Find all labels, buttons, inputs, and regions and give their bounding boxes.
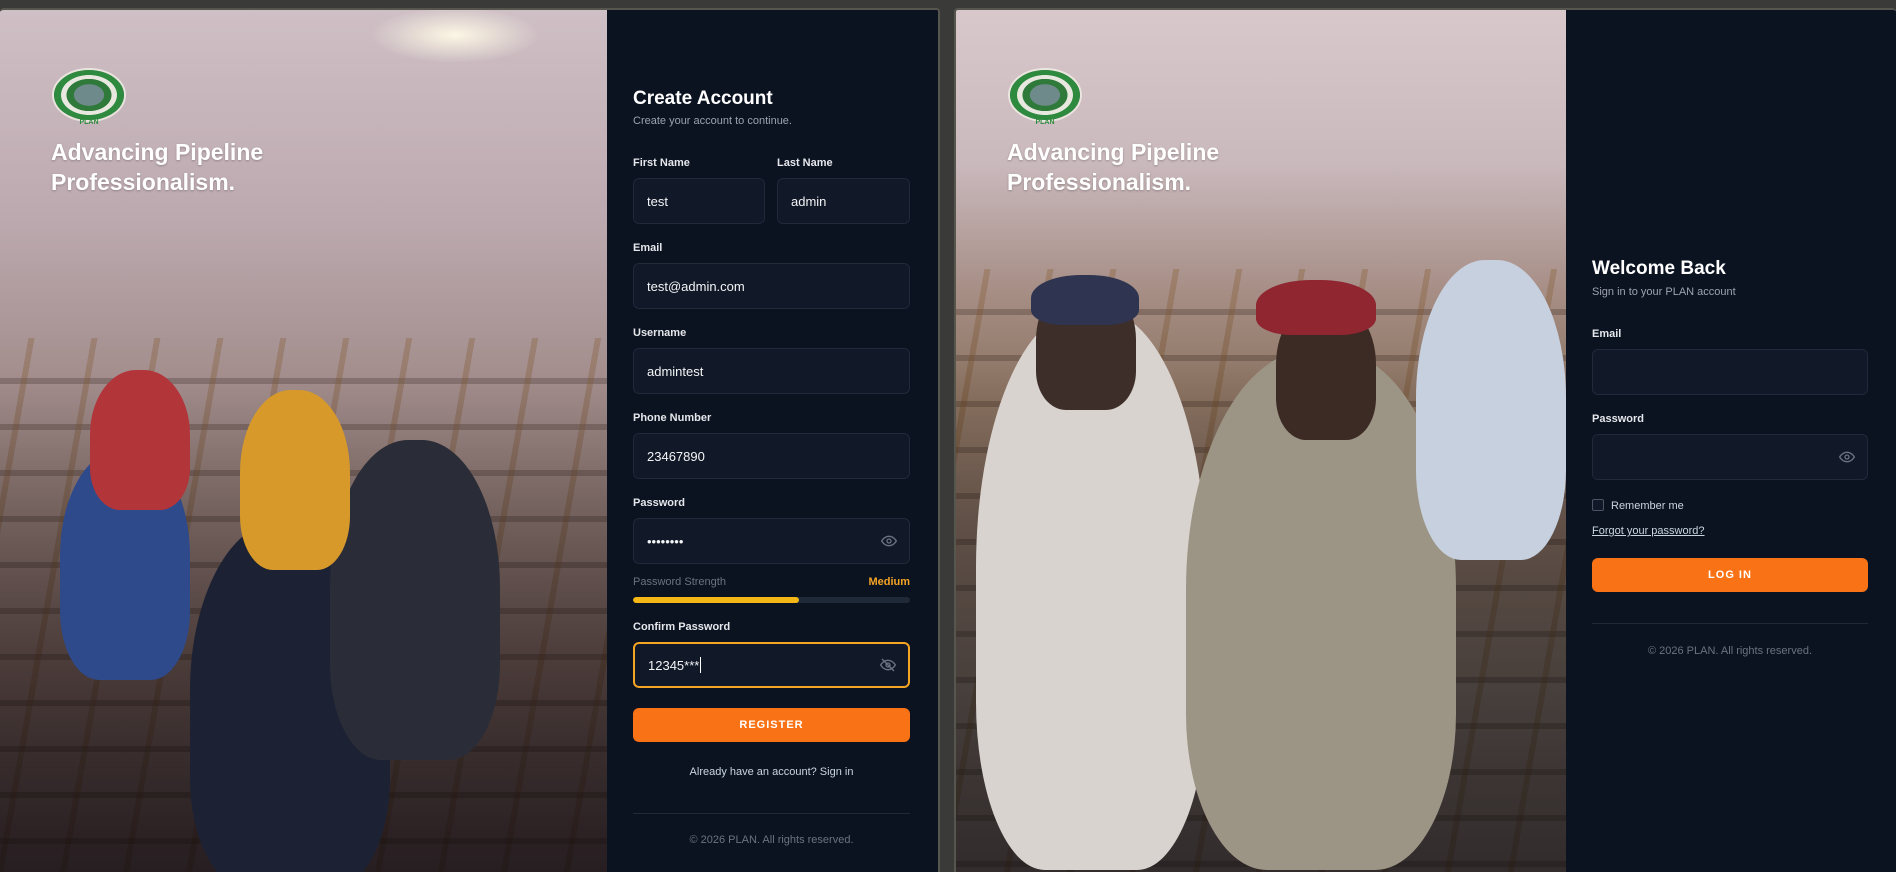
forgot-password-link[interactable]: Forgot your password?	[1592, 525, 1705, 537]
password-input[interactable]: ••••••••	[633, 518, 910, 564]
confirm-password-label: Confirm Password	[633, 621, 731, 633]
hero-tagline: Advancing Pipeline Professionalism.	[51, 139, 264, 195]
attendees-photo: PLAN Advancing Pipeline Professionalism.	[956, 10, 1566, 872]
password-input[interactable]	[1592, 434, 1868, 480]
register-form: Create Account Create your account to co…	[607, 10, 938, 872]
password-strength-fill	[633, 597, 800, 603]
login-window: PLAN Advancing Pipeline Professionalism.…	[954, 8, 1896, 872]
remember-me-label: Remember me	[1611, 500, 1684, 512]
form-subtitle: Create your account to continue.	[633, 115, 792, 127]
text-caret	[700, 657, 702, 673]
register-button[interactable]: REGISTER	[633, 708, 910, 742]
username-input[interactable]: admintest	[633, 348, 910, 394]
first-name-input[interactable]: test	[633, 178, 765, 224]
phone-input[interactable]: 23467890	[633, 433, 910, 479]
form-title: Create Account	[633, 88, 773, 109]
divider	[1592, 623, 1868, 624]
last-name-input[interactable]: admin	[777, 178, 910, 224]
copyright-footer: © 2026 PLAN. All rights reserved.	[689, 834, 854, 846]
login-button[interactable]: LOG IN	[1592, 558, 1868, 592]
email-input[interactable]: test@admin.com	[633, 263, 910, 309]
login-form: Welcome Back Sign in to your PLAN accoun…	[1566, 10, 1896, 872]
confirm-password-input[interactable]: 12345***	[633, 642, 910, 688]
conference-hall-photo: PLAN Advancing Pipeline Professionalism.	[0, 10, 607, 872]
signin-link[interactable]: Already have an account? Sign in	[633, 766, 910, 778]
divider	[633, 813, 910, 814]
plan-logo: PLAN	[1010, 70, 1080, 126]
remember-me-checkbox[interactable]	[1592, 499, 1604, 511]
plan-logo: PLAN	[54, 70, 124, 126]
password-label: Password	[633, 497, 685, 509]
eye-icon[interactable]	[881, 533, 897, 549]
phone-label: Phone Number	[633, 412, 712, 424]
email-input[interactable]	[1592, 349, 1868, 395]
form-title: Welcome Back	[1592, 258, 1726, 279]
last-name-label: Last Name	[777, 157, 833, 169]
password-strength-bar	[633, 597, 910, 603]
register-window: PLAN Advancing Pipeline Professionalism.…	[0, 8, 940, 872]
hero-tagline: Advancing Pipeline Professionalism.	[1007, 139, 1220, 195]
first-name-label: First Name	[633, 157, 690, 169]
form-subtitle: Sign in to your PLAN account	[1592, 286, 1736, 298]
email-label: Email	[1592, 328, 1622, 340]
password-strength-value: Medium	[868, 576, 910, 588]
eye-off-icon[interactable]	[880, 657, 896, 673]
password-strength-label: Password Strength	[633, 576, 726, 588]
eye-icon[interactable]	[1839, 449, 1855, 465]
password-label: Password	[1592, 413, 1644, 425]
email-label: Email	[633, 242, 663, 254]
username-label: Username	[633, 327, 687, 339]
copyright-footer: © 2026 PLAN. All rights reserved.	[1647, 645, 1813, 657]
